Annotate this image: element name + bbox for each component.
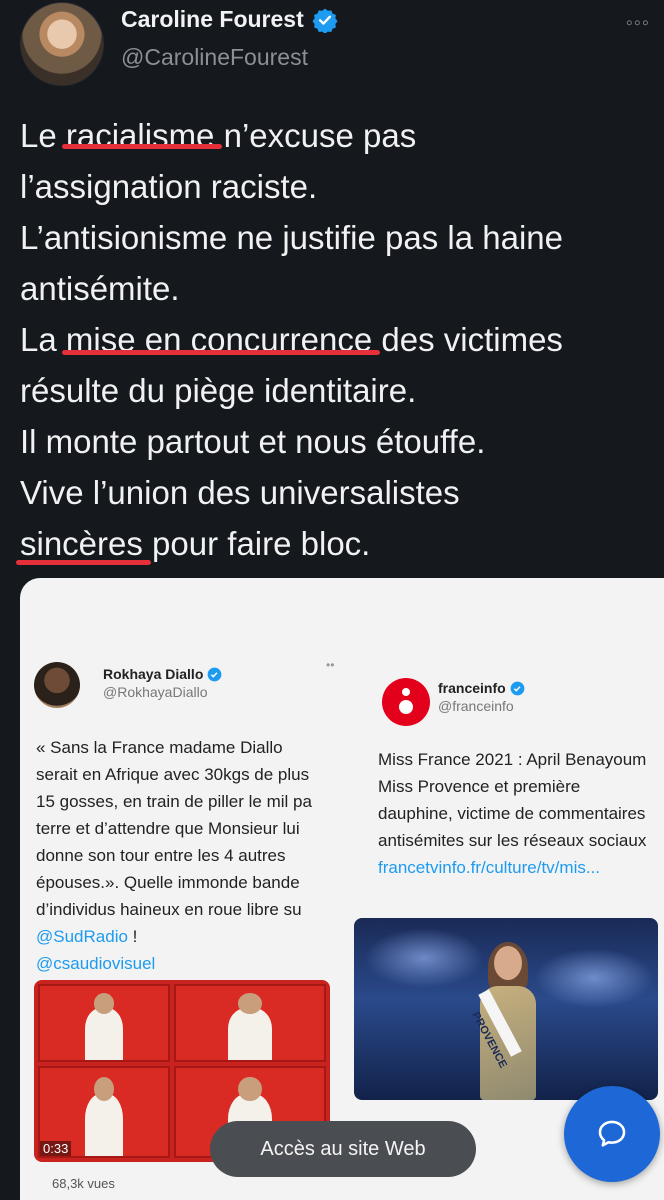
tweet-line: sincères pour faire bloc. [16, 518, 660, 569]
video-tile [38, 984, 170, 1062]
embedded-author-name: Rokhaya Diallo [103, 666, 204, 682]
embedded-author-handle: @franceinfo [438, 698, 514, 714]
embedded-article-photo: PROVENCE [354, 918, 658, 1100]
verified-badge-icon [510, 681, 525, 695]
tweet-header: Caroline Fourest @CarolineFourest ◦◦◦ [20, 0, 650, 100]
embedded-text-line: antisémites sur les réseaux sociaux [378, 831, 647, 850]
red-underline-mark [61, 144, 223, 149]
franceinfo-logo-icon [382, 678, 430, 726]
tweet-line: résulte du piège identitaire. [20, 372, 417, 409]
verified-badge-icon [312, 8, 338, 33]
embedded-text-line: donne son tour entre les 4 autres [36, 846, 286, 865]
embedded-text-line: 15 gosses, en train de piller le mil pa [36, 792, 312, 811]
verified-badge-icon [208, 667, 222, 681]
underlined-word: racialisme [61, 110, 223, 161]
article-link: francetvinfo.fr/culture/tv/mis... [378, 858, 601, 877]
video-tile [174, 984, 326, 1062]
red-underline-mark [61, 350, 381, 355]
embedded-text-line: épouses.». Quelle immonde bande [36, 873, 300, 892]
tweet-line: Vive l’union des universalistes [20, 474, 460, 511]
embedded-text-line: « Sans la France madame Diallo [36, 738, 283, 757]
embedded-tweet-body: Miss France 2021 : April Benayoum Miss P… [378, 746, 664, 881]
attached-image[interactable]: Rokhaya Diallo @RokhayaDiallo •• « Sans … [20, 578, 664, 1200]
more-options-icon[interactable]: ◦◦◦ [626, 12, 650, 35]
tweet-line: antisémite. [20, 270, 180, 307]
tweet-line: l’assignation raciste. [20, 168, 318, 205]
embedded-more-icon: •• [326, 658, 335, 672]
video-views: 68,3k vues [52, 1176, 115, 1191]
embedded-author-name: franceinfo [438, 680, 506, 696]
embedded-text-line: Miss Provence et première [378, 777, 581, 796]
embedded-text-line: serait en Afrique avec 30kgs de plus [36, 765, 310, 784]
embedded-author-name-row: franceinfo [438, 680, 525, 696]
embedded-text-line: d’individus haineux en roue libre su [36, 900, 302, 919]
author-avatar[interactable] [20, 2, 104, 86]
embedded-author-name-row: Rokhaya Diallo [103, 666, 222, 682]
author-name[interactable]: Caroline Fourest [121, 6, 304, 33]
reply-bubble-icon [598, 1120, 626, 1147]
tweet-line: La mise en concurrence des victimes [20, 314, 660, 365]
author-handle[interactable]: @CarolineFourest [121, 44, 308, 71]
red-underline-mark [16, 560, 151, 565]
author-name-row[interactable]: Caroline Fourest [121, 6, 338, 33]
video-duration: 0:33 [40, 1141, 72, 1156]
tweet-line: Il monte partout et nous étouffe. [20, 423, 486, 460]
visit-website-button[interactable]: Accès au site Web [210, 1121, 476, 1177]
tweet-line: Le racialisme n’excuse pas [20, 110, 660, 161]
embedded-author-handle: @RokhayaDiallo [103, 684, 208, 700]
tweet-text: Le racialisme n’excuse pas l’assignation… [16, 110, 660, 569]
embedded-avatar [34, 662, 80, 708]
embedded-tweet-body: « Sans la France madame Diallo serait en… [36, 734, 346, 977]
embedded-text-line: terre et d’attendre que Monsieur lui [36, 819, 300, 838]
underlined-word: sincères [16, 518, 151, 569]
embedded-text-line: Miss France 2021 : April Benayoum [378, 750, 647, 769]
mention-link: @SudRadio [36, 927, 128, 946]
tweet-line: L’antisionisme ne justifie pas la haine [20, 219, 564, 256]
underlined-word: mise en concurrence [61, 314, 381, 365]
mention-link: @csaudiovisuel [36, 954, 156, 973]
reply-fab-button[interactable] [564, 1086, 660, 1182]
embedded-text-line: dauphine, victime de commentaires [378, 804, 646, 823]
